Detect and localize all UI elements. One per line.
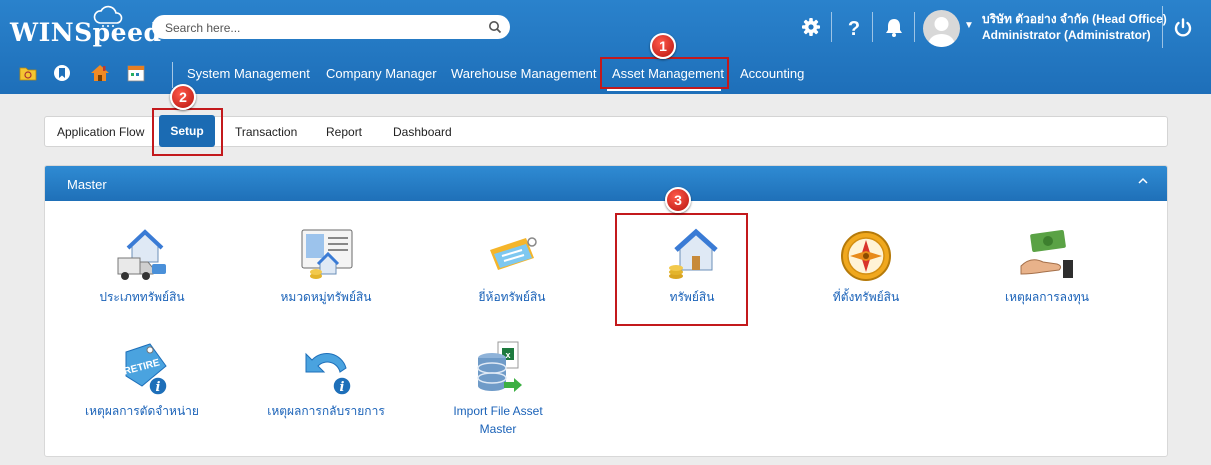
master-item-reversal-reason[interactable]: i เหตุผลการกลับรายการ — [241, 338, 411, 420]
asset-type-icon — [117, 229, 166, 280]
bookmark-icon[interactable] — [53, 64, 71, 82]
user-role: Administrator (Administrator) — [982, 28, 1151, 42]
menu-company-manager[interactable]: Company Manager — [326, 66, 437, 81]
nav-divider — [172, 62, 173, 88]
menu-accounting[interactable]: Accounting — [740, 66, 804, 81]
search-box — [152, 15, 510, 39]
retire-reason-icon: RETIRE i — [123, 343, 168, 396]
master-panel: Master ประเภททรัพย์สิน หมวดหมู่ทรัพย์สิน — [44, 165, 1168, 457]
master-item-retire-reason[interactable]: RETIRE i เหตุผลการตัดจำหน่าย — [57, 338, 227, 420]
header-divider — [914, 12, 915, 42]
asset-category-icon — [301, 229, 353, 279]
master-item-label: หมวดหมู่ทรัพย์สิน — [280, 290, 372, 304]
user-info[interactable]: บริษัท ตัวอย่าง จำกัด (Head Office) Admi… — [982, 11, 1167, 43]
home-icon[interactable] — [90, 63, 110, 83]
tab-dashboard[interactable]: Dashboard — [393, 125, 452, 139]
master-item-asset-category[interactable]: หมวดหมู่ทรัพย์สิน — [241, 224, 411, 306]
master-item-asset-brand[interactable]: ยี่ห้อทรัพย์สิน — [427, 224, 597, 306]
user-avatar-icon — [928, 17, 955, 47]
master-item-label: ที่ตั้งทรัพย์สิน — [832, 290, 900, 304]
master-item-asset-type[interactable]: ประเภททรัพย์สิน — [57, 224, 227, 306]
master-item-import-file[interactable]: x Import File Asset Master — [413, 338, 583, 438]
master-item-label: ประเภททรัพย์สิน — [99, 290, 185, 304]
svg-text:i: i — [340, 380, 345, 395]
asset-location-icon — [841, 231, 891, 281]
step-badge-1: 1 — [650, 33, 676, 59]
tab-application-flow[interactable]: Application Flow — [57, 125, 144, 139]
highlight-box-asset — [615, 213, 748, 326]
cloud-icon — [93, 5, 123, 27]
master-item-label: เหตุผลการตัดจำหน่าย — [85, 404, 199, 418]
svg-text:x: x — [505, 350, 510, 360]
chevron-down-icon[interactable]: ▼ — [964, 20, 974, 31]
import-file-icon: x — [477, 341, 522, 392]
calendar-icon[interactable] — [127, 64, 145, 82]
search-input[interactable] — [163, 18, 487, 38]
bell-icon[interactable] — [883, 16, 905, 38]
master-item-label: เหตุผลการกลับรายการ — [267, 404, 385, 418]
menu-warehouse-management[interactable]: Warehouse Management — [451, 66, 597, 81]
master-item-label: ยี่ห้อทรัพย์สิน — [478, 290, 546, 304]
tab-report[interactable]: Report — [326, 125, 362, 139]
header-divider — [872, 12, 873, 42]
master-item-investment-reason[interactable]: เหตุผลการลงทุน — [962, 224, 1132, 306]
svg-text:i: i — [156, 380, 161, 395]
header-divider — [1162, 6, 1163, 48]
step-badge-2: 2 — [170, 84, 196, 110]
active-menu-indicator — [607, 89, 721, 91]
panel-title: Master — [67, 177, 107, 192]
menu-system-management[interactable]: System Management — [187, 66, 310, 81]
asset-brand-icon — [490, 237, 537, 270]
highlight-box-setup — [152, 108, 223, 156]
chevron-up-icon[interactable] — [1137, 176, 1149, 186]
help-icon[interactable]: ? — [843, 16, 865, 38]
svg-text:?: ? — [848, 18, 860, 38]
master-item-label: Import File Asset Master — [453, 404, 543, 436]
highlight-box-asset-management — [600, 57, 729, 89]
step-badge-3: 3 — [665, 187, 691, 213]
avatar[interactable] — [923, 10, 960, 47]
folder-icon[interactable] — [19, 64, 37, 82]
master-item-asset-location[interactable]: ที่ตั้งทรัพย์สิน — [781, 224, 951, 306]
power-icon[interactable] — [1172, 17, 1194, 39]
search-icon[interactable] — [488, 20, 502, 34]
tab-transaction[interactable]: Transaction — [235, 125, 297, 139]
reversal-reason-icon: i — [305, 352, 352, 396]
master-item-label: เหตุผลการลงทุน — [1005, 290, 1089, 304]
investment-reason-icon — [1020, 229, 1073, 278]
winspeed-logo[interactable]: WINSpeed — [10, 18, 161, 47]
panel-header[interactable]: Master — [45, 166, 1167, 201]
header-divider — [831, 12, 832, 42]
gear-icon[interactable] — [800, 16, 822, 38]
user-company: บริษัท ตัวอย่าง จำกัด (Head Office) — [982, 12, 1167, 26]
